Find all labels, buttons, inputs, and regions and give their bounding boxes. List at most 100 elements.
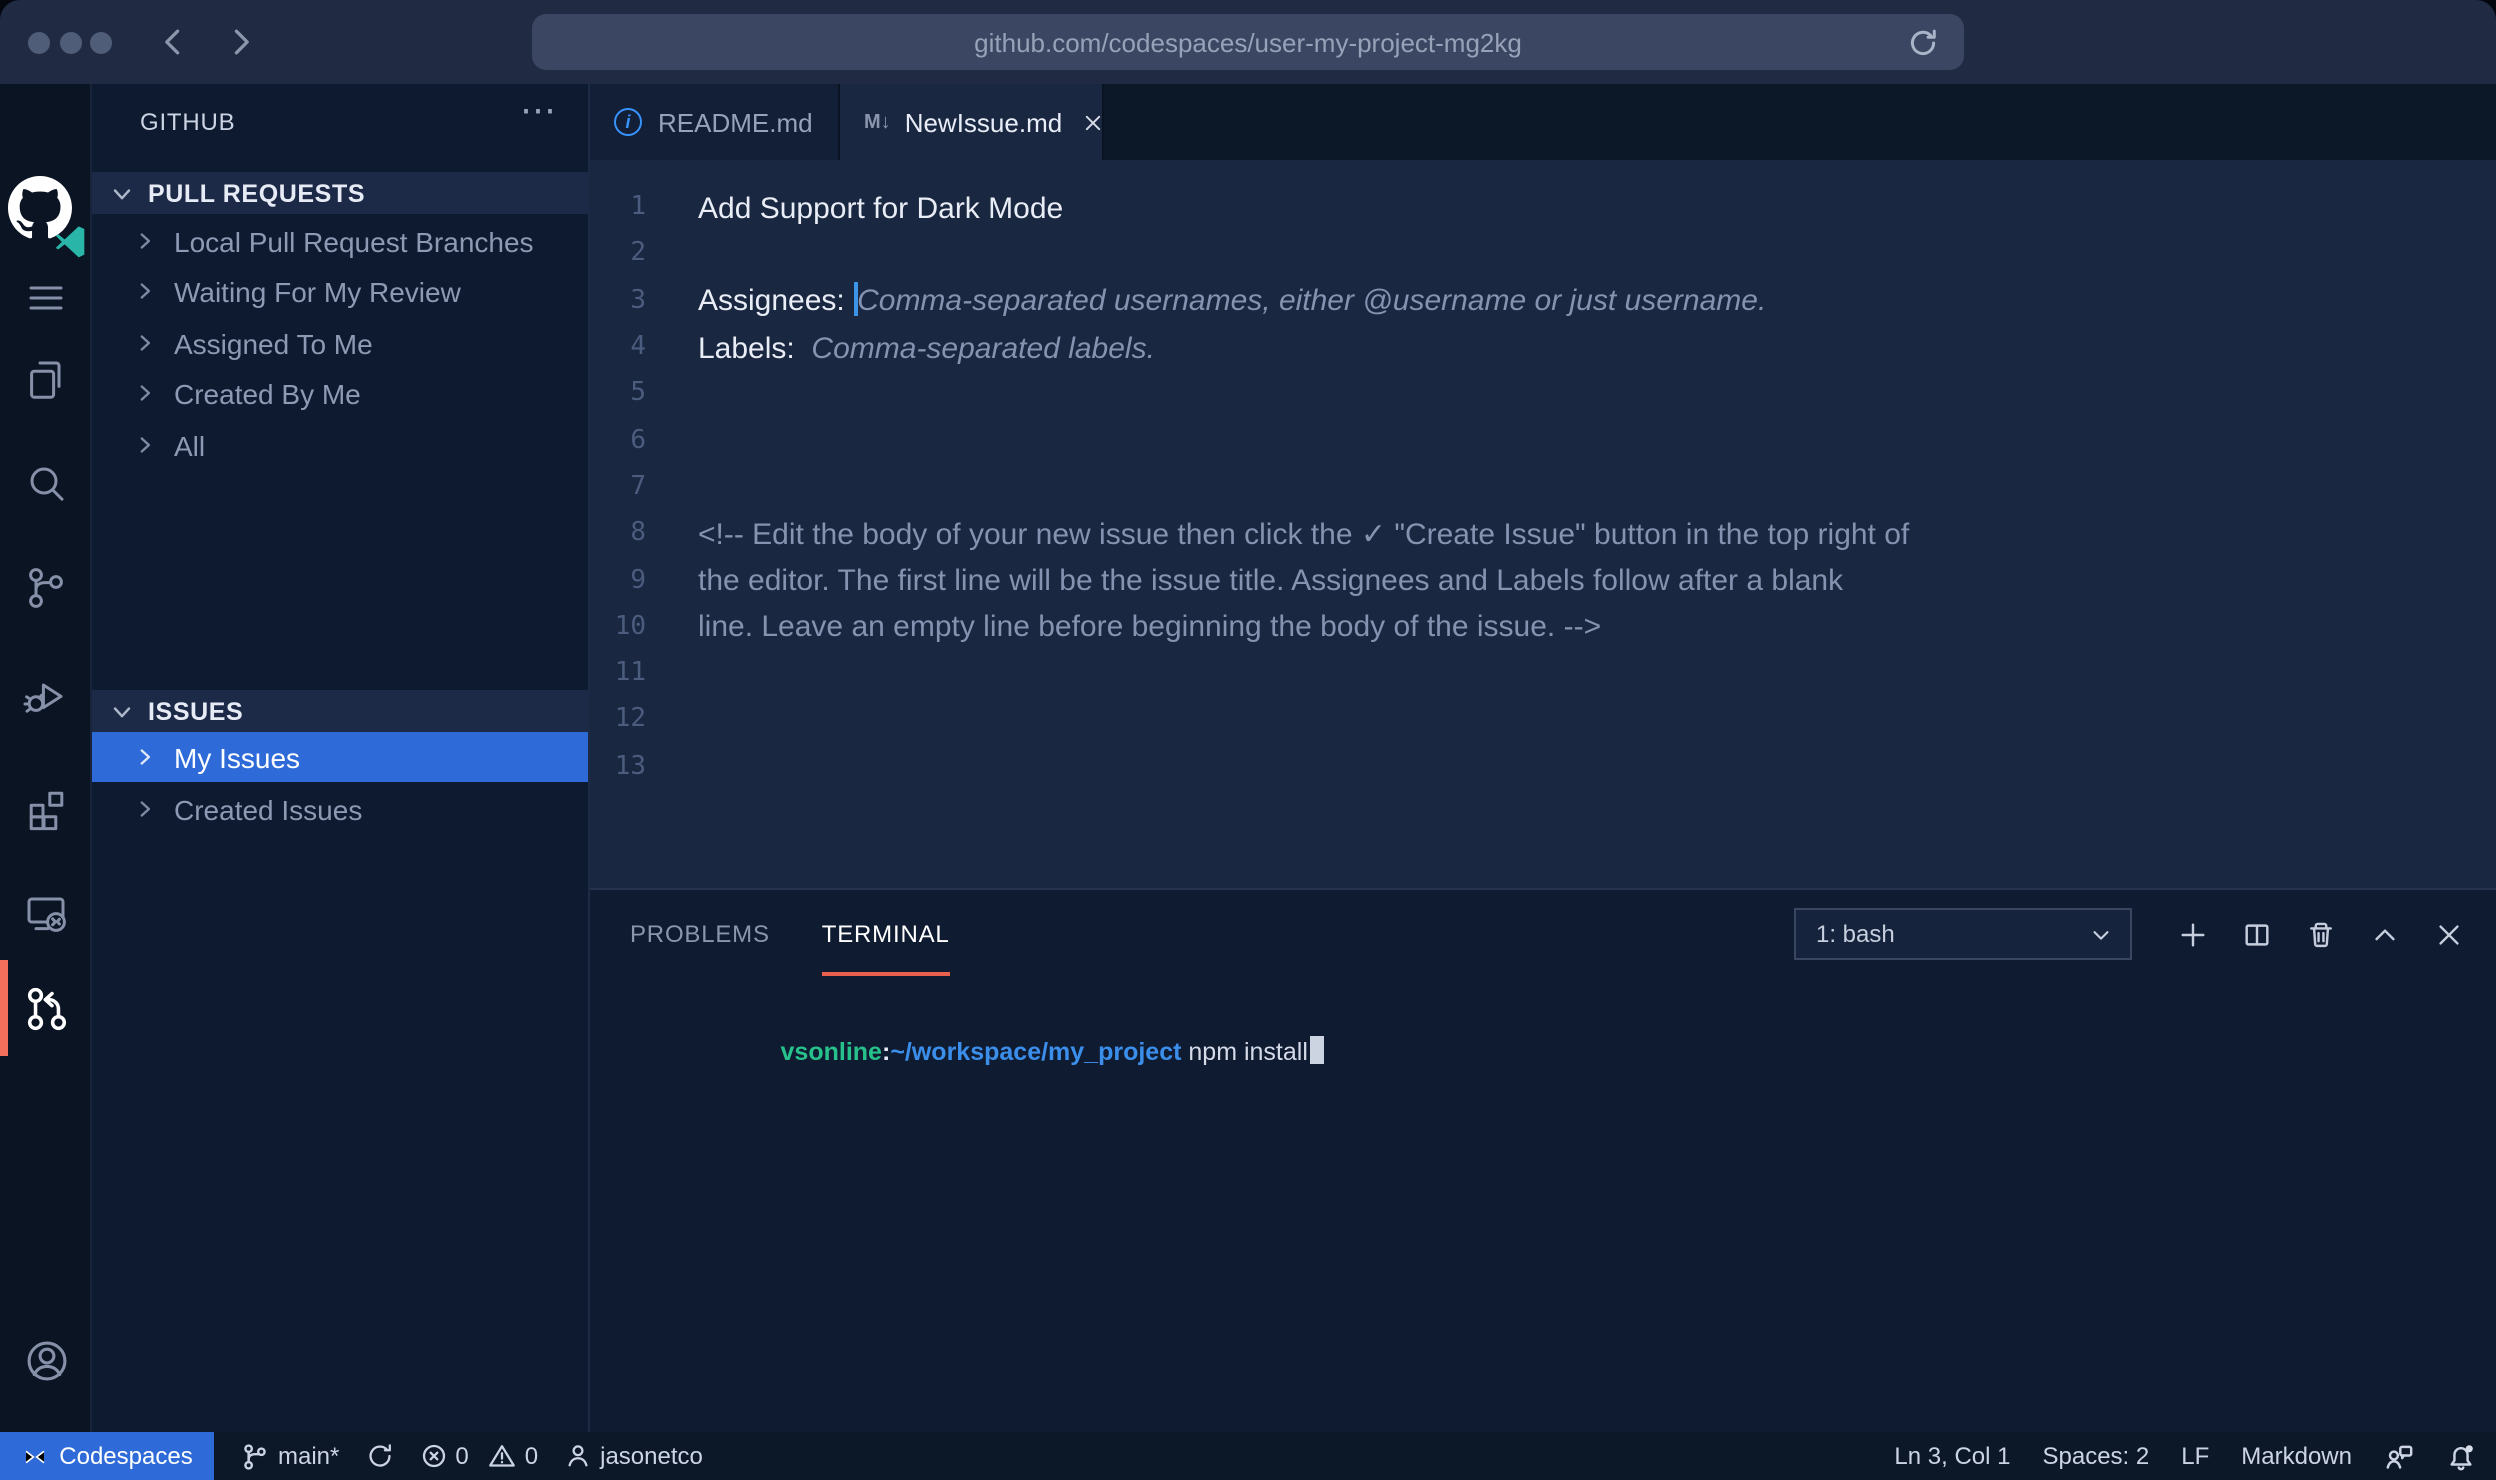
close-icon (2434, 919, 2464, 949)
workbench: ⚙ GITHUB ⋯ PULL REQUESTS Local Pull Requ… (0, 84, 2496, 1432)
sidebar-title: GITHUB (140, 108, 235, 136)
terminal[interactable]: vsonline:~/workspace/my_project npm inst… (630, 1006, 1324, 1096)
sync-button[interactable] (365, 1442, 393, 1470)
line-number: 13 (590, 751, 646, 781)
editor-line[interactable]: 13 (590, 743, 2496, 790)
account-button[interactable] (10, 1324, 82, 1396)
text-editor[interactable]: 1 Add Support for Dark Mode 2 3 Assignee… (590, 160, 2496, 888)
search-button[interactable] (10, 448, 82, 520)
editor-line[interactable]: 5 (590, 370, 2496, 417)
sidebar-item-created-issues[interactable]: Created Issues (92, 784, 588, 834)
github-pull-requests-button[interactable] (10, 972, 82, 1044)
chevron-right-icon (132, 330, 158, 356)
trash-icon (2306, 919, 2336, 949)
run-debug-button[interactable] (10, 660, 82, 732)
remote-indicator[interactable]: Codespaces (0, 1432, 214, 1480)
close-icon (1082, 111, 1104, 133)
section-header-pull-requests[interactable]: PULL REQUESTS (92, 172, 588, 214)
chevron-down-icon (108, 179, 136, 207)
debug-icon (22, 672, 70, 720)
chevron-right-icon (132, 278, 158, 304)
source-control-icon (22, 564, 70, 612)
section-header-issues[interactable]: ISSUES (92, 690, 588, 732)
close-tab-button[interactable] (1082, 111, 1104, 133)
indentation-status[interactable]: Spaces: 2 (2043, 1442, 2150, 1470)
remote-explorer-button[interactable] (10, 876, 82, 948)
feedback-icon (2384, 1441, 2414, 1471)
editor-line[interactable]: 9 the editor. The first line will be the… (590, 557, 2496, 604)
activity-bar: ⚙ (0, 84, 92, 1432)
language-status[interactable]: Markdown (2241, 1442, 2352, 1470)
line-number: 7 (590, 472, 646, 502)
line-number: 3 (590, 285, 646, 315)
branch-status[interactable]: main* (240, 1441, 339, 1471)
browser-forward-button[interactable] (220, 22, 260, 62)
editor-line[interactable]: 4 Labels: Comma-separated labels. (590, 324, 2496, 371)
chevron-down-icon (108, 697, 136, 725)
new-terminal-button[interactable] (2178, 919, 2208, 949)
tab-problems[interactable]: PROBLEMS (630, 890, 770, 978)
chevron-up-icon (2370, 919, 2400, 949)
editor-line[interactable]: 8 <!-- Edit the body of your new issue t… (590, 510, 2496, 557)
window-control-minimize[interactable] (59, 31, 81, 53)
editor-line[interactable]: 10 line. Leave an empty line before begi… (590, 603, 2496, 650)
person-icon (564, 1442, 592, 1470)
extensions-button[interactable] (10, 772, 82, 844)
terminal-path: ~/workspace/my_project (890, 1038, 1181, 1066)
url-text: github.com/codespaces/user-my-project-mg… (974, 27, 1522, 57)
tab-readme-md[interactable]: i README.md (590, 84, 840, 160)
sidebar-item-my-issues[interactable]: My Issues (92, 732, 588, 782)
editor-line[interactable]: 1 Add Support for Dark Mode (590, 184, 2496, 231)
tab-newissue-md[interactable]: M↓ NewIssue.md (840, 84, 1104, 160)
line-number: 2 (590, 239, 646, 269)
menu-icon (22, 274, 70, 322)
close-panel-button[interactable] (2434, 919, 2464, 949)
feedback-button[interactable] (2384, 1441, 2414, 1471)
editor-line[interactable]: 12 (590, 697, 2496, 744)
sidebar-item-all[interactable]: All (92, 420, 588, 470)
line-number: 1 (590, 192, 646, 222)
browser-back-button[interactable] (154, 22, 194, 62)
github-sidebar: GITHUB ⋯ PULL REQUESTS Local Pull Reques… (92, 84, 590, 1432)
account-icon (21, 1335, 71, 1385)
tab-label: README.md (658, 107, 813, 137)
tab-terminal[interactable]: TERMINAL (822, 890, 950, 978)
sidebar-item-created-by-me[interactable]: Created By Me (92, 368, 588, 418)
error-icon (419, 1442, 447, 1470)
line-number: 10 (590, 612, 646, 642)
problems-status[interactable]: 0 0 (419, 1442, 538, 1470)
editor-line[interactable]: 3 Assignees: Comma-separated usernames, … (590, 277, 2496, 324)
chevron-right-icon (132, 744, 158, 770)
editor-tab-bar: i README.md M↓ NewIssue.md (590, 84, 2496, 160)
menu-button[interactable] (10, 262, 82, 334)
sync-icon (365, 1442, 393, 1470)
eol-status[interactable]: LF (2181, 1442, 2209, 1470)
editor-line[interactable]: 6 (590, 417, 2496, 464)
source-control-button[interactable] (10, 552, 82, 624)
editor-line[interactable]: 7 (590, 464, 2496, 511)
cursor-position-status[interactable]: Ln 3, Col 1 (1894, 1442, 2010, 1470)
github-pull-request-icon (21, 983, 71, 1033)
vscode-logo-icon (50, 222, 90, 262)
sidebar-item-waiting-for-my-review[interactable]: Waiting For My Review (92, 266, 588, 316)
address-bar[interactable]: github.com/codespaces/user-my-project-mg… (532, 14, 1964, 70)
window-control-maximize[interactable] (90, 31, 112, 53)
terminal-command: npm install (1181, 1038, 1307, 1066)
user-status[interactable]: jasonetco (564, 1442, 703, 1470)
split-terminal-button[interactable] (2242, 919, 2272, 949)
sidebar-item-local-pull-request-branches[interactable]: Local Pull Request Branches (92, 216, 588, 266)
reload-button[interactable] (1906, 25, 1940, 59)
explorer-button[interactable] (10, 344, 82, 416)
editor-line[interactable]: 2 (590, 231, 2496, 278)
notifications-button[interactable] (2446, 1441, 2476, 1471)
remote-icon (21, 1443, 47, 1469)
terminal-user: vsonline (781, 1038, 882, 1066)
sidebar-item-assigned-to-me[interactable]: Assigned To Me (92, 318, 588, 368)
editor-line[interactable]: 11 (590, 650, 2496, 697)
window-control-close[interactable] (28, 31, 50, 53)
kill-terminal-button[interactable] (2306, 919, 2336, 949)
terminal-shell-select[interactable]: 1: bash (1794, 908, 2132, 960)
more-actions-icon[interactable]: ⋯ (520, 90, 560, 132)
maximize-panel-button[interactable] (2370, 919, 2400, 949)
line-number: 9 (590, 565, 646, 595)
